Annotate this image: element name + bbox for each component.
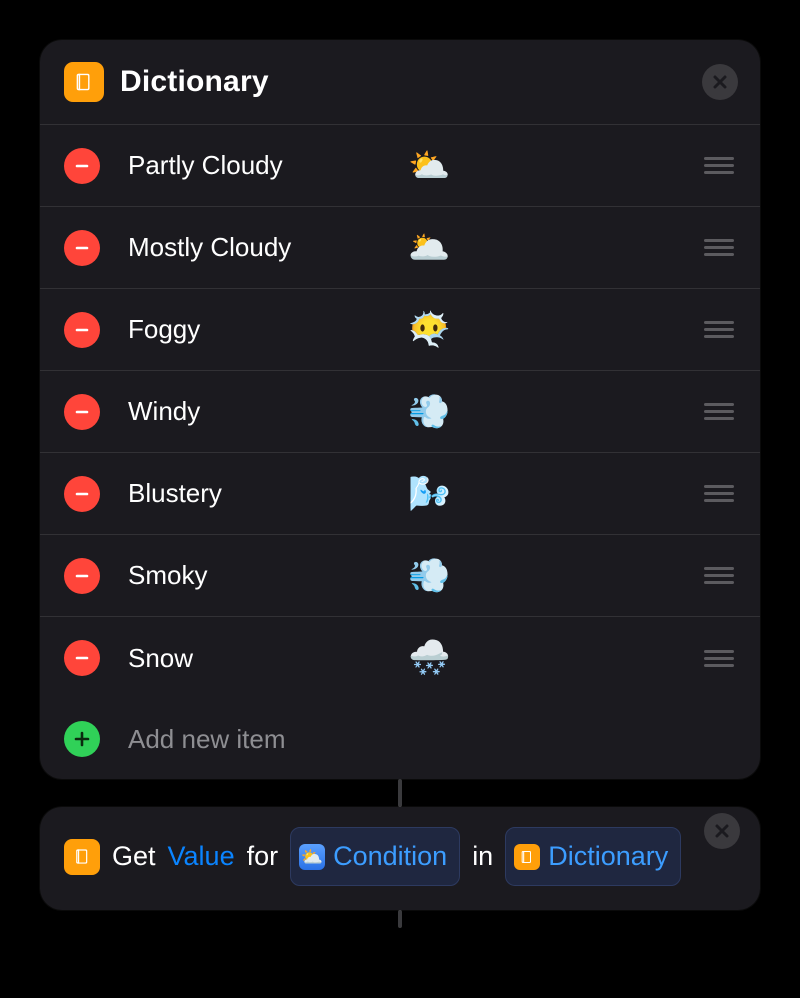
minus-icon <box>74 568 90 584</box>
drag-handle-icon[interactable] <box>702 650 736 667</box>
condition-variable-chip[interactable]: ⛅ Condition <box>290 827 460 886</box>
dictionary-variable-chip[interactable]: Dictionary <box>505 827 681 886</box>
dictionary-rows: Partly Cloudy ⛅ Mostly Cloudy 🌥️ Foggy 😶‍🌫️ Wi… <box>40 125 760 699</box>
drag-handle-icon[interactable] <box>702 485 736 502</box>
add-new-item-label: Add new item <box>114 724 286 755</box>
remove-row-button[interactable] <box>64 148 100 184</box>
remove-row-button[interactable] <box>64 640 100 676</box>
dictionary-icon <box>64 62 104 102</box>
remove-row-button[interactable] <box>64 476 100 512</box>
get-word: Get <box>112 831 156 882</box>
dictionary-action-card: Dictionary Partly Cloudy ⛅ Mostly Cloudy 🌥️… <box>40 40 760 779</box>
dictionary-key-cell[interactable]: Partly Cloudy <box>114 150 394 181</box>
drag-handle-icon[interactable] <box>702 403 736 420</box>
minus-icon <box>74 240 90 256</box>
dictionary-value-cell[interactable]: 🌨️ <box>408 638 688 678</box>
dictionary-value-cell[interactable]: ⛅ <box>408 146 688 186</box>
dictionary-key-cell[interactable]: Windy <box>114 396 394 427</box>
dictionary-row: Snow 🌨️ <box>40 617 760 699</box>
remove-row-button[interactable] <box>64 230 100 266</box>
weather-icon: ⛅ <box>299 844 325 870</box>
minus-icon <box>74 404 90 420</box>
remove-row-button[interactable] <box>64 312 100 348</box>
dictionary-row: Windy 💨 <box>40 371 760 453</box>
add-item-button[interactable] <box>64 721 100 757</box>
close-dictionary-button[interactable] <box>702 64 738 100</box>
dictionary-row: Partly Cloudy ⛅ <box>40 125 760 207</box>
add-new-item-row[interactable]: Add new item <box>40 699 760 779</box>
close-get-value-button[interactable] <box>704 813 740 849</box>
get-dictionary-value-card: Get Value for ⛅ Condition in Dictionary <box>40 807 760 910</box>
dictionary-card-header: Dictionary <box>40 40 760 125</box>
flow-connector <box>398 910 402 928</box>
flow-connector <box>398 779 402 807</box>
condition-chip-label: Condition <box>333 831 447 882</box>
dictionary-value-cell[interactable]: 🌥️ <box>408 228 688 268</box>
minus-icon <box>74 486 90 502</box>
dictionary-row: Smoky 💨 <box>40 535 760 617</box>
dictionary-value-cell[interactable]: 😶‍🌫️ <box>408 310 688 350</box>
close-icon <box>715 824 729 838</box>
dictionary-key-cell[interactable]: Blustery <box>114 478 394 509</box>
close-icon <box>713 75 727 89</box>
dictionary-row: Foggy 😶‍🌫️ <box>40 289 760 371</box>
get-value-sentence: Get Value for ⛅ Condition in Dictionary <box>64 827 736 886</box>
remove-row-button[interactable] <box>64 558 100 594</box>
dictionary-icon <box>64 839 100 875</box>
minus-icon <box>74 322 90 338</box>
remove-row-button[interactable] <box>64 394 100 430</box>
in-word: in <box>472 831 493 882</box>
dictionary-value-cell[interactable]: 💨 <box>408 556 688 596</box>
dictionary-chip-label: Dictionary <box>548 831 668 882</box>
dictionary-value-cell[interactable]: 💨 <box>408 392 688 432</box>
dictionary-icon <box>514 844 540 870</box>
dictionary-value-cell[interactable]: 🌬️ <box>408 474 688 514</box>
plus-icon <box>74 731 90 747</box>
drag-handle-icon[interactable] <box>702 239 736 256</box>
dictionary-key-cell[interactable]: Mostly Cloudy <box>114 232 394 263</box>
value-selector[interactable]: Value <box>168 831 235 882</box>
drag-handle-icon[interactable] <box>702 321 736 338</box>
dictionary-key-cell[interactable]: Snow <box>114 643 394 674</box>
drag-handle-icon[interactable] <box>702 157 736 174</box>
drag-handle-icon[interactable] <box>702 567 736 584</box>
for-word: for <box>247 831 279 882</box>
dictionary-card-title: Dictionary <box>120 65 269 99</box>
dictionary-key-cell[interactable]: Smoky <box>114 560 394 591</box>
minus-icon <box>74 650 90 666</box>
dictionary-row: Mostly Cloudy 🌥️ <box>40 207 760 289</box>
dictionary-row: Blustery 🌬️ <box>40 453 760 535</box>
dictionary-key-cell[interactable]: Foggy <box>114 314 394 345</box>
minus-icon <box>74 158 90 174</box>
